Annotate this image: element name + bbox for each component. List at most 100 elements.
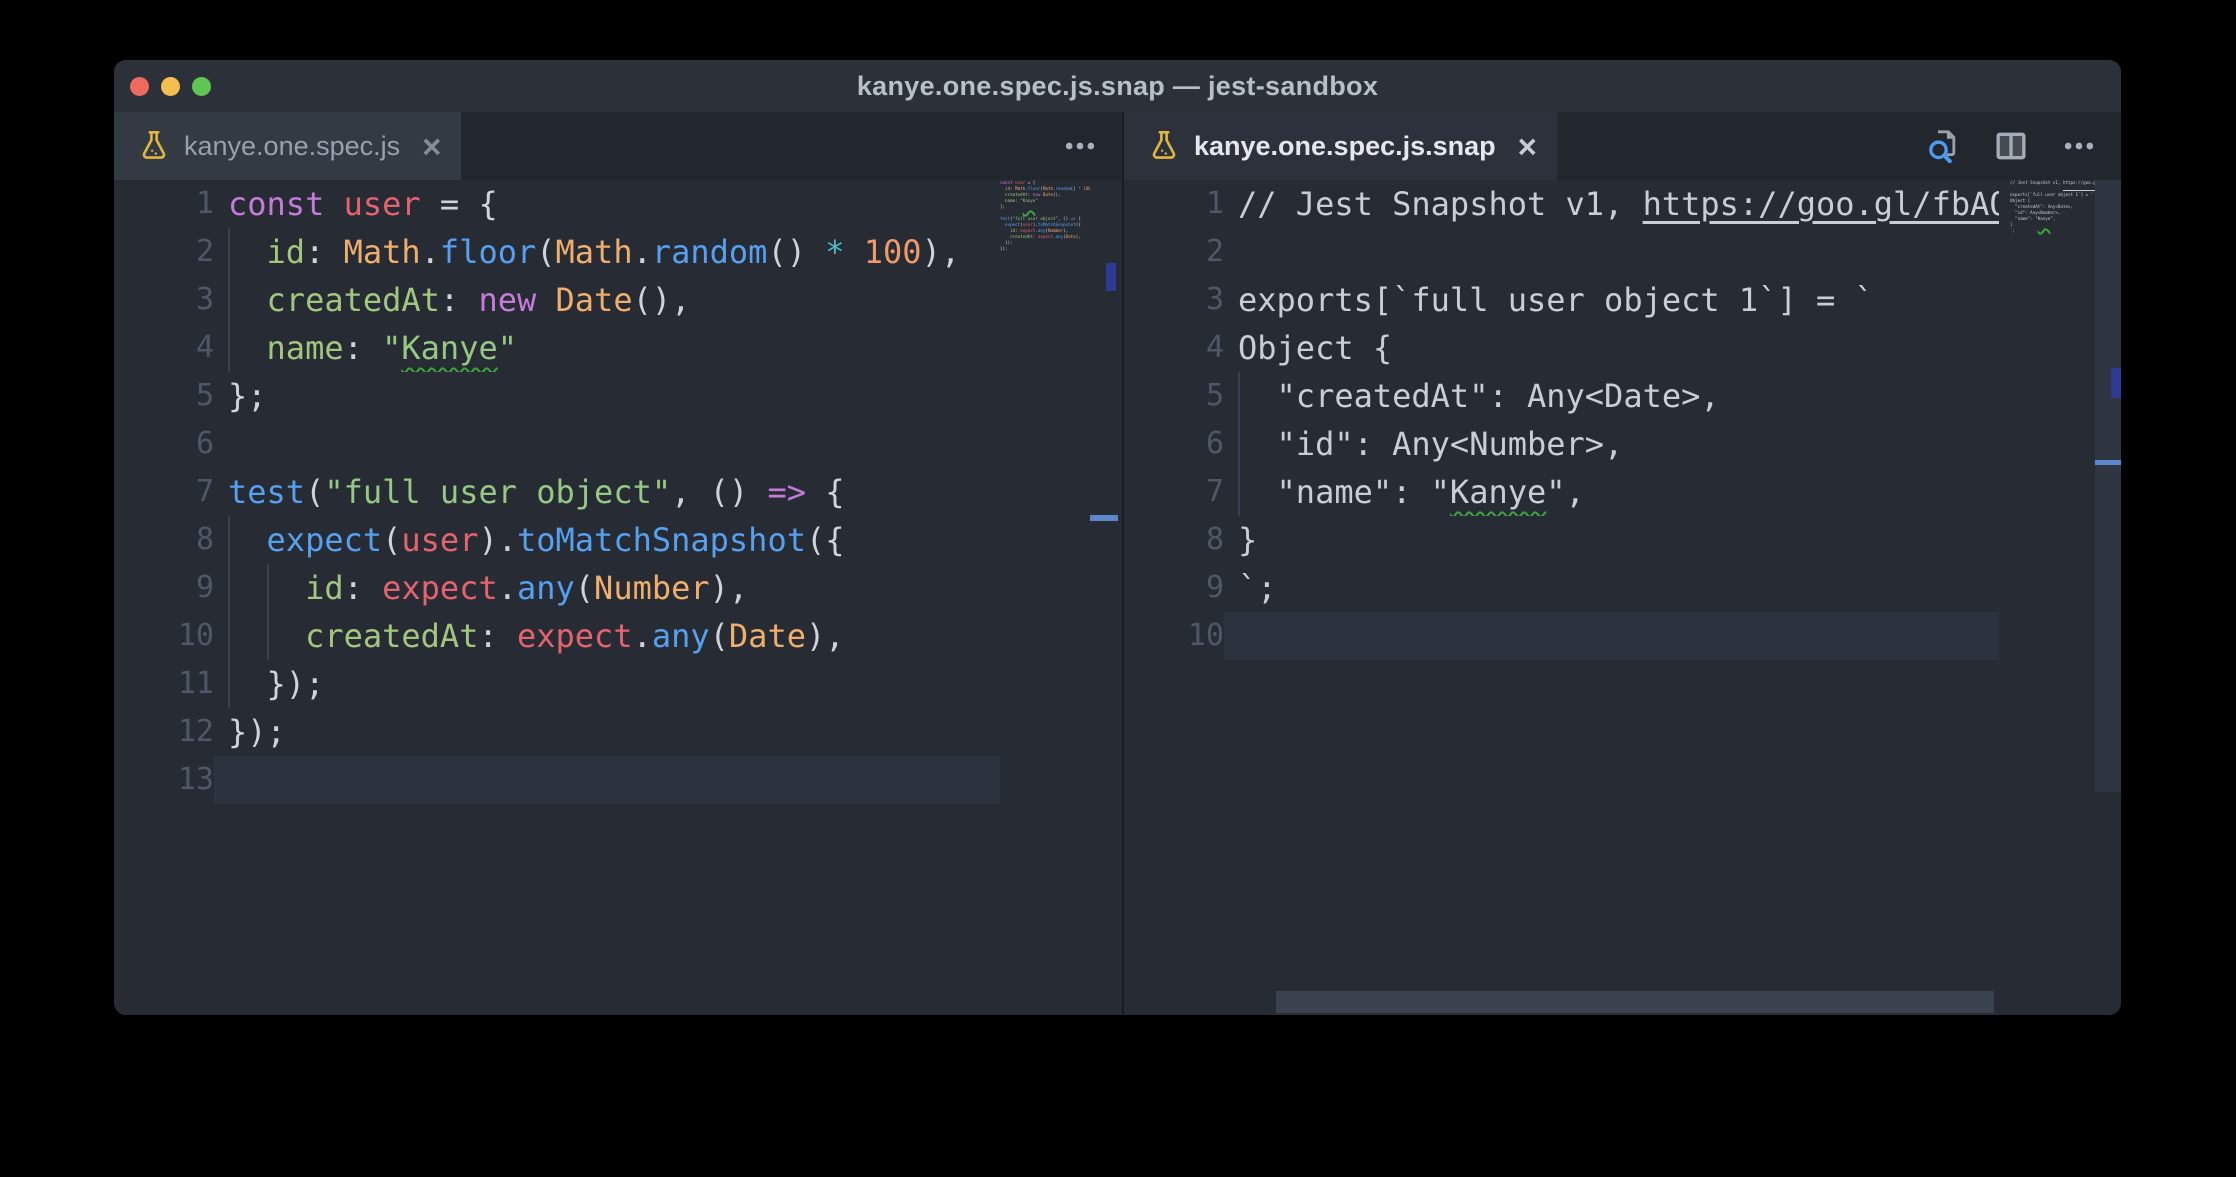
code-line[interactable]: 4 name: "Kanye" — [114, 324, 1122, 372]
tab-label: kanye.one.spec.js — [184, 131, 400, 162]
line-number: 7 — [1124, 468, 1224, 516]
code-line[interactable]: 3 createdAt: new Date(), — [114, 276, 1122, 324]
editor-group-right: kanye.one.spec.js.snap × — [1124, 112, 2121, 1015]
line-number: 12 — [114, 708, 214, 756]
code-line[interactable]: 10 createdAt: expect.any(Date), — [114, 612, 1122, 660]
minimap-line — [2010, 234, 2095, 240]
line-number: 10 — [1124, 612, 1224, 660]
title-bar[interactable]: kanye.one.spec.js.snap — jest-sandbox — [114, 60, 2121, 112]
line-content: exports[`full user object 1`] = ` — [1224, 276, 1999, 324]
indent-guide — [267, 612, 269, 660]
line-number: 7 — [114, 468, 214, 516]
line-number: 5 — [114, 372, 214, 420]
line-content: }); — [214, 708, 1000, 756]
line-content: id: expect.any(Number), — [214, 564, 1000, 612]
overview-ruler-cursor-mark — [2095, 460, 2121, 465]
minimap-line: createdAt: expect.any(Date), — [1000, 234, 1090, 240]
indent-guide — [1238, 468, 1240, 516]
code-line[interactable]: 3exports[`full user object 1`] = ` — [1124, 276, 2121, 324]
code-line[interactable]: 7test("full user object", () => { — [114, 468, 1122, 516]
line-number: 2 — [114, 228, 214, 276]
line-number: 9 — [114, 564, 214, 612]
code-right: 1 // Jest Snapshot v1, https://goo.gl/fbA… — [1124, 180, 2121, 1015]
tab-actions-left — [1060, 112, 1122, 180]
code-line[interactable]: 13 — [114, 756, 1122, 804]
line-number: 4 — [1124, 324, 1224, 372]
minimap-line: // Jest Snapshot v1, https://goo.gl/fbAQ… — [2010, 180, 2095, 186]
line-content: "id": Any<Number>, — [1224, 420, 1999, 468]
window-title: kanye.one.spec.js.snap — jest-sandbox — [857, 71, 1378, 102]
line-number: 1 — [1124, 180, 1224, 228]
code-line[interactable]: 2 id: Math.floor(Math.random() * 100), — [114, 228, 1122, 276]
line-content: `; — [1224, 564, 1999, 612]
tab-bar-left[interactable]: kanye.one.spec.js × — [114, 112, 1122, 180]
indent-guide — [228, 276, 230, 324]
code-line[interactable]: 5 "createdAt": Any<Date>, — [1124, 372, 2121, 420]
line-content — [1224, 612, 1999, 660]
line-content: }; — [214, 372, 1000, 420]
more-actions-button[interactable] — [2059, 126, 2099, 166]
line-number: 2 — [1124, 228, 1224, 276]
line-content: id: Math.floor(Math.random() * 100), — [214, 228, 1000, 276]
editor-group-left: kanye.one.spec.js × 1const user = {2 id:… — [114, 112, 1122, 1015]
close-tab-icon[interactable]: × — [1518, 130, 1537, 163]
minimap-left[interactable]: const user = { id: Math.floor(Math.rando… — [1000, 180, 1090, 258]
line-number: 4 — [114, 324, 214, 372]
tab-bar-right[interactable]: kanye.one.spec.js.snap × — [1124, 112, 2121, 180]
line-number: 8 — [114, 516, 214, 564]
indent-guide — [228, 516, 230, 564]
zoom-window-button[interactable] — [192, 77, 211, 96]
indent-guide — [1238, 372, 1240, 420]
code-line[interactable]: 6 — [114, 420, 1122, 468]
minimap-right[interactable]: // Jest Snapshot v1, https://goo.gl/fbAQ… — [2010, 180, 2095, 240]
code-line[interactable]: 9`; — [1124, 564, 2121, 612]
line-content: test("full user object", () => { — [214, 468, 1000, 516]
beaker-flask-icon — [1148, 129, 1180, 163]
tab-label: kanye.one.spec.js.snap — [1194, 131, 1496, 162]
code-line[interactable]: 8 expect(user).toMatchSnapshot({ — [114, 516, 1122, 564]
close-tab-icon[interactable]: × — [422, 130, 441, 163]
code-line[interactable]: 7 "name": "Kanye", — [1124, 468, 2121, 516]
minimize-window-button[interactable] — [161, 77, 180, 96]
file-search-icon[interactable] — [1923, 126, 1963, 166]
code-line[interactable]: 6 "id": Any<Number>, — [1124, 420, 2121, 468]
editor-right[interactable]: 1 // Jest Snapshot v1, https://goo.gl/fbA… — [1124, 180, 2121, 1015]
editor-area: kanye.one.spec.js × 1const user = {2 id:… — [114, 112, 2121, 1015]
code-line[interactable]: 1const user = { — [114, 180, 1122, 228]
vertical-scrollbar-thumb[interactable] — [2095, 180, 2121, 792]
code-line[interactable]: 11 }); — [114, 660, 1122, 708]
line-number: 1 — [114, 180, 214, 228]
tab-kanye-one-spec-js-snap[interactable]: kanye.one.spec.js.snap × — [1124, 112, 1557, 180]
line-number: 6 — [114, 420, 214, 468]
editor-left[interactable]: 1const user = {2 id: Math.floor(Math.ran… — [114, 180, 1122, 1015]
code-line[interactable]: 2 — [1124, 228, 2121, 276]
indent-guide — [228, 660, 230, 708]
minimap-line — [1000, 252, 1090, 258]
line-number: 11 — [114, 660, 214, 708]
line-content: createdAt: expect.any(Date), — [214, 612, 1000, 660]
horizontal-scrollbar-thumb[interactable] — [1276, 991, 1994, 1013]
line-content: "createdAt": Any<Date>, — [1224, 372, 1999, 420]
beaker-flask-icon — [138, 129, 170, 163]
line-content: name: "Kanye" — [214, 324, 1000, 372]
overview-ruler-mark — [1106, 263, 1116, 291]
line-number: 13 — [114, 756, 214, 804]
code-line[interactable]: 9 id: expect.any(Number), — [114, 564, 1122, 612]
code-line[interactable]: 5}; — [114, 372, 1122, 420]
code-line[interactable]: 8} — [1124, 516, 2121, 564]
line-content: createdAt: new Date(), — [214, 276, 1000, 324]
indent-guide — [228, 564, 230, 612]
indent-guide — [1238, 420, 1240, 468]
code-line[interactable]: 10 — [1124, 612, 2121, 660]
close-window-button[interactable] — [130, 77, 149, 96]
line-number: 6 — [1124, 420, 1224, 468]
more-actions-button[interactable] — [1060, 126, 1100, 166]
code-line[interactable]: 12}); — [114, 708, 1122, 756]
code-line[interactable]: 4Object { — [1124, 324, 2121, 372]
split-editor-icon[interactable] — [1991, 126, 2031, 166]
line-number: 10 — [114, 612, 214, 660]
tab-kanye-one-spec-js[interactable]: kanye.one.spec.js × — [114, 112, 461, 180]
code-line[interactable]: 1 // Jest Snapshot v1, https://goo.gl/fbA… — [1124, 180, 2121, 228]
line-content — [1224, 228, 1999, 276]
line-number: 3 — [114, 276, 214, 324]
